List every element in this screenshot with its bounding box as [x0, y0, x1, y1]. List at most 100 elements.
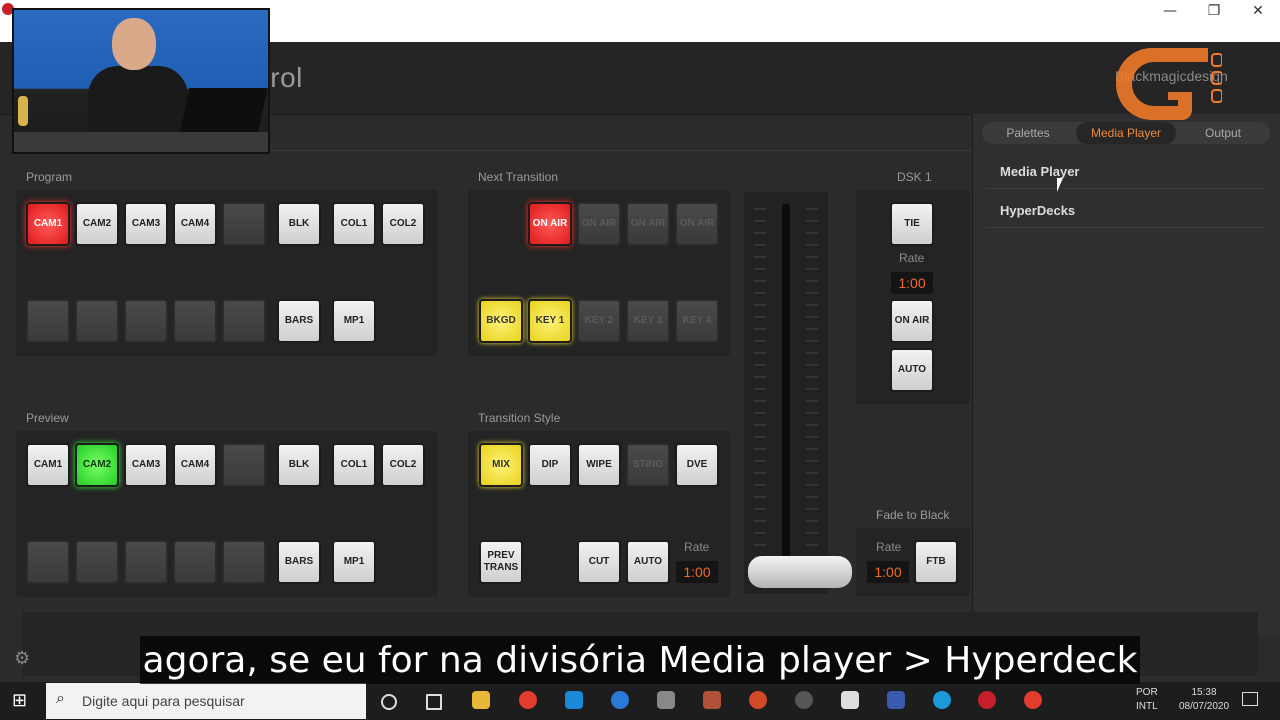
preview-empty-button[interactable] — [173, 540, 217, 584]
preview-empty-button[interactable] — [26, 540, 70, 584]
wipe-button[interactable]: WIPE — [577, 443, 621, 487]
program-label: Program — [26, 170, 73, 184]
dve-button[interactable]: DVE — [675, 443, 719, 487]
preview-empty-button[interactable] — [75, 540, 119, 584]
preview-empty-button[interactable] — [222, 540, 266, 584]
obs-icon[interactable] — [795, 691, 813, 709]
dsk-on-air-button[interactable]: ON AIR — [890, 299, 934, 343]
dsk-auto-button[interactable]: AUTO — [890, 348, 934, 392]
minimize-button[interactable]: — — [1148, 0, 1192, 22]
key1-button[interactable]: KEY 1 — [528, 299, 572, 343]
dip-button[interactable]: DIP — [528, 443, 572, 487]
transition-rate-value[interactable]: 1:00 — [676, 561, 718, 583]
lang-primary: POR — [1136, 687, 1158, 698]
program-empty-button[interactable] — [222, 299, 266, 343]
windows-start-icon[interactable]: ⊞ — [12, 690, 32, 710]
transition-tbar — [744, 192, 828, 594]
key3-button[interactable]: KEY 3 — [626, 299, 670, 343]
preview-blk-button[interactable]: BLK — [277, 443, 321, 487]
program-cam1-button[interactable]: CAM1 — [26, 202, 70, 246]
right-sidebar — [972, 114, 1280, 636]
app-icon[interactable] — [657, 691, 675, 709]
chrome-icon[interactable] — [1024, 691, 1042, 709]
ftb-rate-value[interactable]: 1:00 — [867, 561, 909, 583]
sidebar-item-hyperdecks[interactable]: HyperDecks — [1000, 203, 1075, 218]
program-empty-button[interactable] — [173, 299, 217, 343]
prev-trans-button[interactable]: PREV TRANS — [479, 540, 523, 584]
tbar-slot — [782, 204, 790, 580]
task-view-icon[interactable] — [426, 694, 442, 710]
dsk-panel: TIE Rate 1:00 ON AIR AUTO — [856, 190, 970, 404]
search-icon: ⌕ — [56, 690, 65, 707]
search-placeholder: Digite aqui para pesquisar — [82, 693, 245, 709]
tab-palettes[interactable]: Palettes — [984, 122, 1072, 144]
program-cam3-button[interactable]: CAM3 — [124, 202, 168, 246]
program-col2-button[interactable]: COL2 — [381, 202, 425, 246]
chrome-icon[interactable] — [519, 691, 537, 709]
preview-empty-button[interactable] — [124, 540, 168, 584]
preview-cam4-button[interactable]: CAM4 — [173, 443, 217, 487]
sidebar-item-media-player[interactable]: Media Player — [1000, 164, 1080, 179]
preview-label: Preview — [26, 411, 69, 425]
program-empty-button[interactable] — [124, 299, 168, 343]
program-blk-button[interactable]: BLK — [277, 202, 321, 246]
edge-new-icon[interactable] — [933, 691, 951, 709]
program-mp1-button[interactable]: MP1 — [332, 299, 376, 343]
key4-button[interactable]: KEY 4 — [675, 299, 719, 343]
program-col1-button[interactable]: COL1 — [332, 202, 376, 246]
next-transition-label: Next Transition — [478, 170, 559, 184]
on-air-key2-button[interactable]: ON AIR — [577, 202, 621, 246]
preview-cam2-button[interactable]: CAM2 — [75, 443, 119, 487]
tbar-ticks — [806, 208, 818, 568]
clock[interactable]: 15:38 08/07/2020 — [1172, 686, 1236, 714]
skype-icon[interactable] — [565, 691, 583, 709]
cortana-icon[interactable] — [381, 694, 397, 710]
dsk-tie-button[interactable]: TIE — [890, 202, 934, 246]
atem-icon[interactable] — [978, 691, 996, 709]
program-bars-button[interactable]: BARS — [277, 299, 321, 343]
powerpoint-icon[interactable] — [749, 691, 767, 709]
preview-cam3-button[interactable]: CAM3 — [124, 443, 168, 487]
program-cam4-button[interactable]: CAM4 — [173, 202, 217, 246]
program-empty-button[interactable] — [222, 202, 266, 246]
program-panel: CAM1 CAM2 CAM3 CAM4 BLK COL1 COL2 BARS M… — [16, 190, 438, 356]
divider — [986, 188, 1266, 189]
ftb-button[interactable]: FTB — [914, 540, 958, 584]
clock-time: 15:38 — [1191, 687, 1217, 698]
language-indicator[interactable]: POR INTL — [1136, 686, 1158, 714]
on-air-key3-button[interactable]: ON AIR — [626, 202, 670, 246]
bkgd-button[interactable]: BKGD — [479, 299, 523, 343]
key2-button[interactable]: KEY 2 — [577, 299, 621, 343]
preview-col2-button[interactable]: COL2 — [381, 443, 425, 487]
orange-logo-overlay-icon — [1116, 48, 1222, 120]
premiere-icon[interactable] — [703, 691, 721, 709]
tbar-handle[interactable] — [748, 556, 852, 588]
ftb-rate-label: Rate — [876, 540, 902, 554]
on-air-key1-button[interactable]: ON AIR — [528, 202, 572, 246]
transition-style-panel: MIX DIP WIPE STING DVE PREV TRANS CUT AU… — [468, 431, 730, 597]
preview-bars-button[interactable]: BARS — [277, 540, 321, 584]
file-explorer-icon[interactable] — [472, 691, 490, 709]
webcam-overlay — [12, 8, 270, 154]
auto-button[interactable]: AUTO — [626, 540, 670, 584]
maximize-button[interactable]: ❐ — [1192, 0, 1236, 22]
program-empty-button[interactable] — [75, 299, 119, 343]
mix-button[interactable]: MIX — [479, 443, 523, 487]
preview-col1-button[interactable]: COL1 — [332, 443, 376, 487]
next-transition-panel: ON AIR ON AIR ON AIR ON AIR BKGD KEY 1 K… — [468, 190, 730, 356]
sting-button[interactable]: STING — [626, 443, 670, 487]
program-empty-button[interactable] — [26, 299, 70, 343]
dsk-rate-value[interactable]: 1:00 — [891, 272, 933, 294]
edge-icon[interactable] — [611, 691, 629, 709]
preview-empty-button[interactable] — [222, 443, 266, 487]
dsk-label: DSK 1 — [897, 170, 932, 184]
word-icon[interactable] — [887, 691, 905, 709]
notepad-icon[interactable] — [841, 691, 859, 709]
preview-mp1-button[interactable]: MP1 — [332, 540, 376, 584]
program-cam2-button[interactable]: CAM2 — [75, 202, 119, 246]
on-air-key4-button[interactable]: ON AIR — [675, 202, 719, 246]
preview-cam1-button[interactable]: CAM1 — [26, 443, 70, 487]
notification-icon[interactable] — [1242, 692, 1258, 706]
cut-button[interactable]: CUT — [577, 540, 621, 584]
close-button[interactable]: ✕ — [1236, 0, 1280, 22]
